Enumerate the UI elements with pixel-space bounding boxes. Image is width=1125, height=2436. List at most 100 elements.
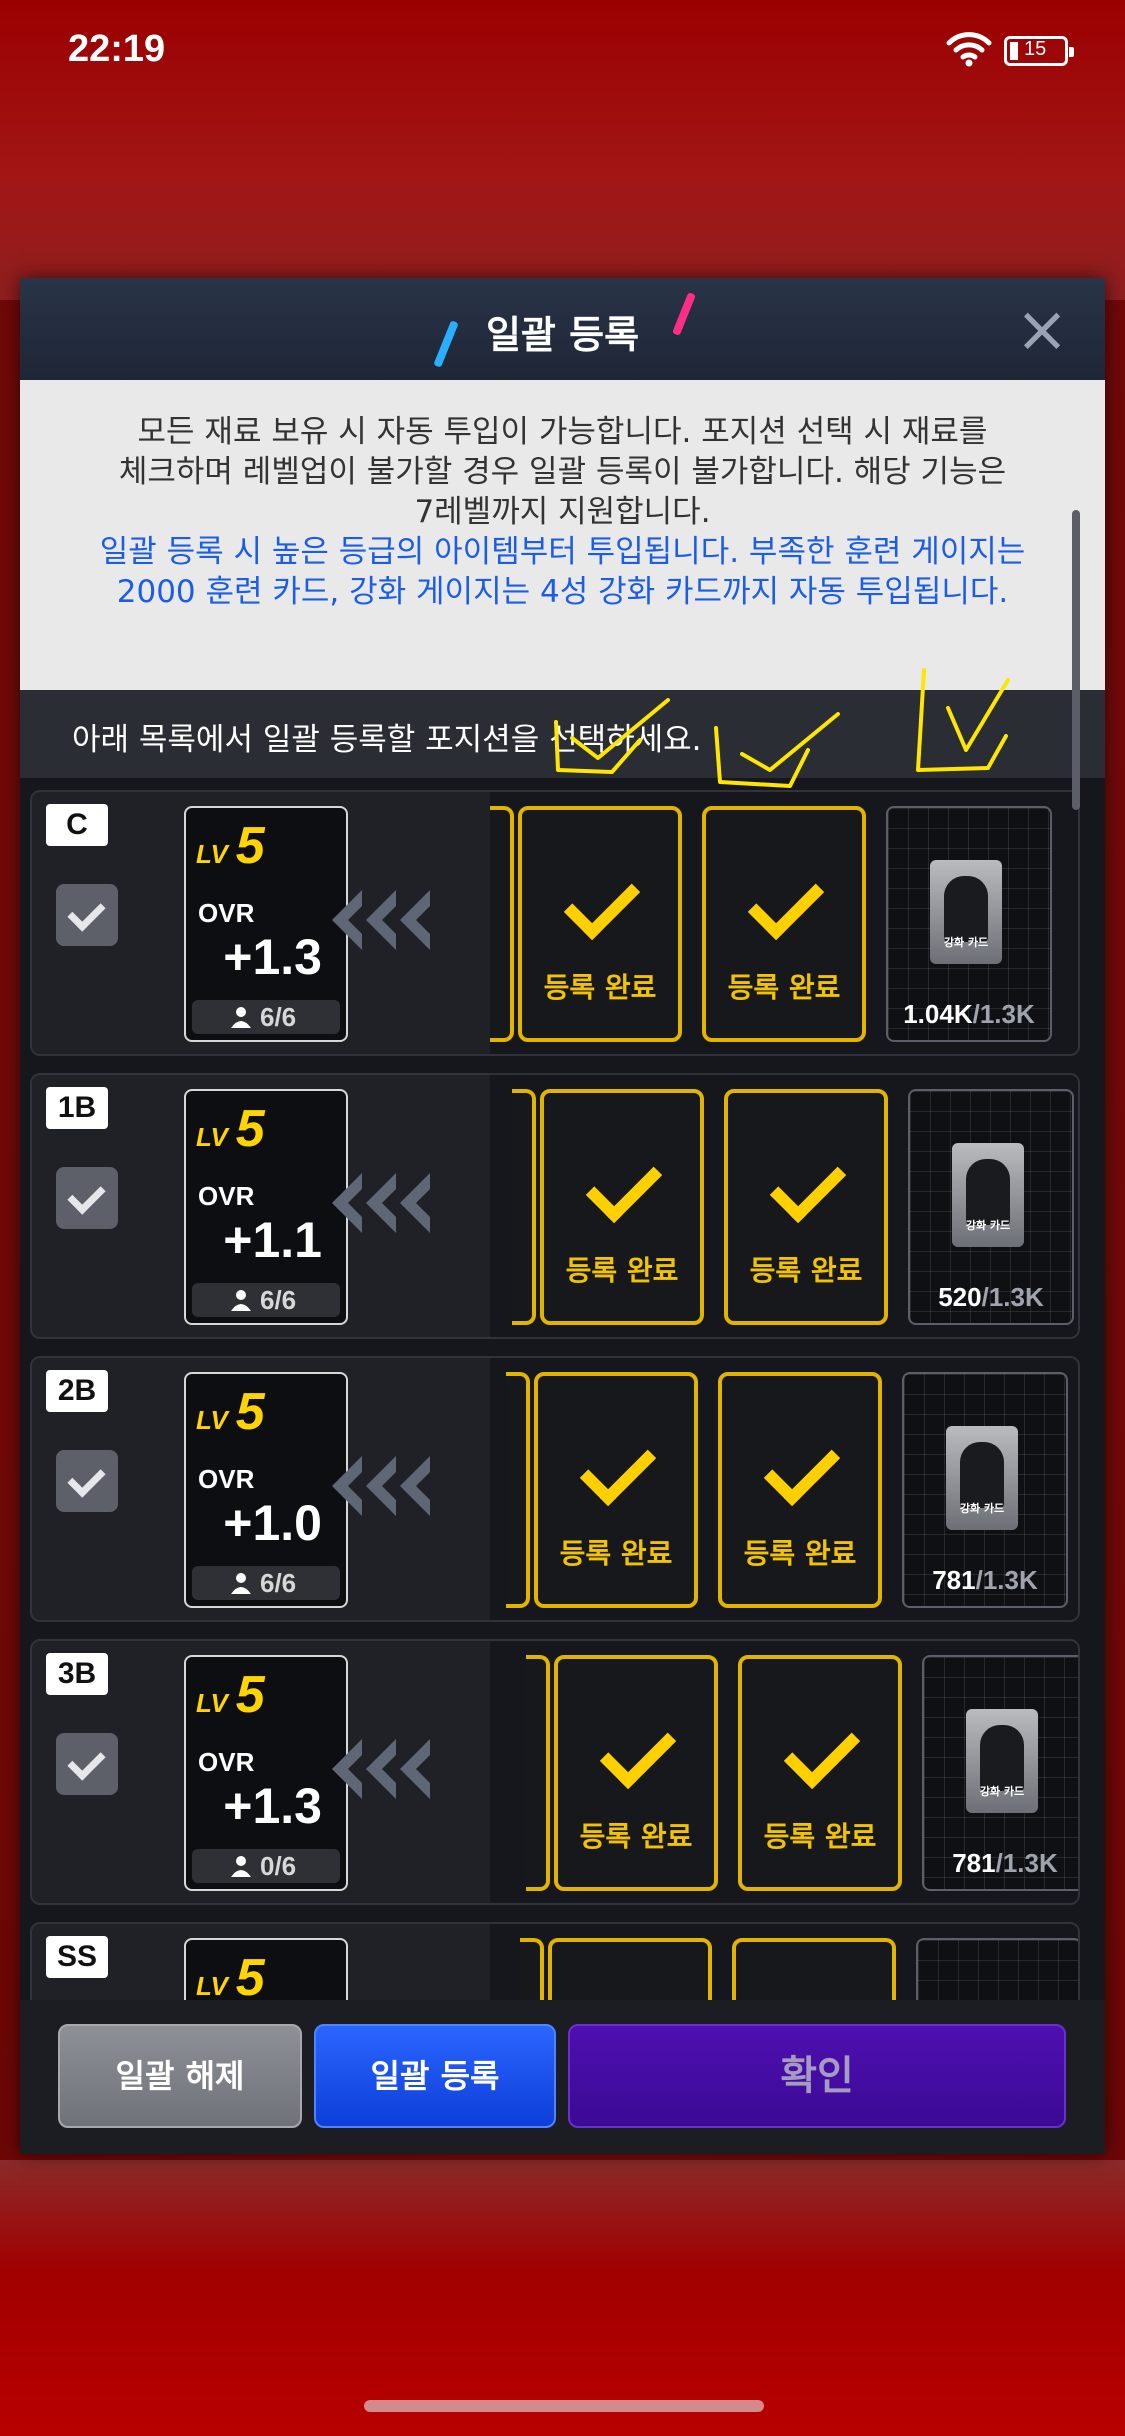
player-card[interactable]: LV 5 OVR +1.0 6/6 [184, 1372, 348, 1608]
position-row[interactable]: 2B LV 5 OVR +1.0 6/6 등록 완료 등록 완료 강화 카드 781/1.3K [30, 1356, 1080, 1622]
material-strip[interactable] [490, 1924, 1078, 2000]
position-list[interactable]: C LV 5 OVR +1.3 6/6 등록 완료 등록 완료 강화 카드 1.04K/1.3K 1… [20, 778, 1105, 2000]
registered-card[interactable]: 등록 완료 [702, 806, 866, 1042]
person-icon [231, 1290, 251, 1311]
enhance-card[interactable]: 강화 카드 781/1.3K [922, 1655, 1078, 1891]
chevrons-icon [332, 1173, 472, 1243]
enhance-card[interactable] [916, 1938, 1078, 2000]
enhance-max: /1.3K [975, 1565, 1038, 1595]
registered-card[interactable]: 등록 완료 [724, 1089, 888, 1325]
check-icon [763, 1429, 841, 1507]
wifi-icon [946, 32, 992, 67]
ovr-value: +1.3 [223, 1778, 322, 1834]
position-badge: 1B [46, 1087, 108, 1129]
ovr-label: OVR [198, 898, 255, 928]
row-checkbox[interactable] [56, 1733, 118, 1795]
enhance-count: 1.04K/1.3K [888, 999, 1050, 1030]
registered-label: 등록 완료 [749, 1254, 863, 1287]
ovr-value: +1.1 [223, 1212, 322, 1268]
registered-card[interactable]: 등록 완료 [554, 1655, 718, 1891]
battery-level: 15 [1024, 38, 1047, 60]
bulk-register-modal: 일괄 등록 × 모든 재료 보유 시 자동 투입이 가능합니다. 포지션 선택 … [20, 278, 1105, 2154]
registered-card[interactable]: 등록 완료 [738, 1655, 902, 1891]
row-checkbox[interactable] [56, 1450, 118, 1512]
row-checkbox[interactable] [56, 884, 118, 946]
battery-icon: 15 [1004, 36, 1074, 66]
register-all-button[interactable]: 일괄 등록 [314, 2024, 556, 2128]
material-card-edge [506, 1372, 530, 1608]
level-value: 5 [235, 1666, 265, 1724]
check-icon [585, 1146, 663, 1224]
registered-label: 등록 완료 [579, 1820, 693, 1853]
registered-card[interactable]: 등록 완료 [518, 806, 682, 1042]
material-card-edge [490, 806, 514, 1042]
list-header: 아래 목록에서 일괄 등록할 포지션을 선택하세요. [20, 690, 1105, 778]
registered-label: 등록 완료 [565, 1254, 679, 1287]
home-indicator[interactable] [364, 2400, 764, 2412]
row-checkbox[interactable] [56, 1167, 118, 1229]
position-row[interactable]: SS LV 5 [30, 1922, 1080, 2000]
player-silhouette-icon [960, 1442, 1004, 1508]
check-icon [563, 863, 641, 941]
registered-card[interactable] [548, 1938, 712, 2000]
count-text: 0/6 [260, 1851, 297, 1881]
registered-card[interactable] [732, 1938, 896, 2000]
lv-label: LV [196, 1122, 228, 1152]
ovr-label: OVR [198, 1747, 255, 1777]
lv-label: LV [196, 1688, 228, 1718]
enhance-card-caption: 강화 카드 [959, 1502, 1005, 1515]
level-value: 5 [235, 1383, 265, 1441]
level-badge: LV 5 [196, 1948, 265, 2000]
position-row[interactable]: 1B LV 5 OVR +1.1 6/6 등록 완료 등록 완료 강화 카드 520/1.3K [30, 1073, 1080, 1339]
material-strip[interactable]: 등록 완료 등록 완료 강화 카드 781/1.3K [490, 1641, 1078, 1903]
player-count: 6/6 [192, 1000, 340, 1034]
lv-label: LV [196, 1405, 228, 1435]
ovr-value: +1.3 [223, 929, 322, 985]
enhance-card[interactable]: 강화 카드 1.04K/1.3K [886, 806, 1052, 1042]
player-silhouette-icon [944, 876, 988, 942]
player-card[interactable]: LV 5 OVR +1.1 6/6 [184, 1089, 348, 1325]
enhance-current: 520 [938, 1282, 982, 1312]
position-badge: C [46, 804, 108, 846]
registered-card[interactable]: 등록 완료 [718, 1372, 882, 1608]
enhance-card[interactable]: 강화 카드 520/1.3K [908, 1089, 1074, 1325]
chevrons-icon [332, 890, 472, 960]
player-card[interactable]: LV 5 [184, 1938, 348, 2000]
enhance-current: 781 [952, 1848, 996, 1878]
position-row[interactable]: C LV 5 OVR +1.3 6/6 등록 완료 등록 완료 강화 카드 1.04K/1.3K [30, 790, 1080, 1056]
background-bottom [0, 2160, 1125, 2436]
registered-card[interactable]: 등록 완료 [534, 1372, 698, 1608]
material-strip[interactable]: 등록 완료 등록 완료 강화 카드 520/1.3K [490, 1075, 1078, 1337]
count-text: 6/6 [260, 1568, 297, 1598]
registered-label: 등록 완료 [763, 1820, 877, 1853]
close-icon[interactable]: × [1010, 298, 1074, 364]
player-card[interactable]: LV 5 OVR +1.3 6/6 [184, 806, 348, 1042]
modal-header: 일괄 등록 × [20, 278, 1105, 380]
registered-card[interactable]: 등록 완료 [540, 1089, 704, 1325]
level-badge: LV 5 [196, 1099, 265, 1159]
count-text: 6/6 [260, 1002, 297, 1032]
material-strip[interactable]: 등록 완료 등록 완료 강화 카드 1.04K/1.3K [490, 792, 1078, 1054]
confirm-button[interactable]: 확인 [568, 2024, 1066, 2128]
position-badge: 2B [46, 1370, 108, 1412]
player-card[interactable]: LV 5 OVR +1.3 0/6 [184, 1655, 348, 1891]
list-scrollbar[interactable] [1072, 510, 1080, 810]
ovr-label: OVR [198, 1464, 255, 1494]
position-row[interactable]: 3B LV 5 OVR +1.3 0/6 등록 완료 등록 완료 강화 카드 781/1.3K [30, 1639, 1080, 1905]
material-card-edge [526, 1655, 550, 1891]
material-card-edge [520, 1938, 544, 2000]
release-all-button[interactable]: 일괄 해제 [58, 2024, 302, 2128]
enhance-card-image: 강화 카드 [946, 1426, 1018, 1530]
level-badge: LV 5 [196, 1382, 265, 1442]
registered-label: 등록 완료 [743, 1537, 857, 1570]
chevrons-icon [332, 1456, 472, 1526]
player-silhouette-icon [980, 1725, 1024, 1791]
lv-label: LV [196, 1971, 228, 2000]
material-strip[interactable]: 등록 완료 등록 완료 강화 카드 781/1.3K [490, 1358, 1078, 1620]
enhance-card[interactable]: 강화 카드 781/1.3K [902, 1372, 1068, 1608]
level-value: 5 [235, 817, 265, 875]
player-count: 6/6 [192, 1566, 340, 1600]
position-badge: SS [46, 1936, 108, 1978]
enhance-card-image: 강화 카드 [930, 860, 1002, 964]
player-count: 6/6 [192, 1283, 340, 1317]
